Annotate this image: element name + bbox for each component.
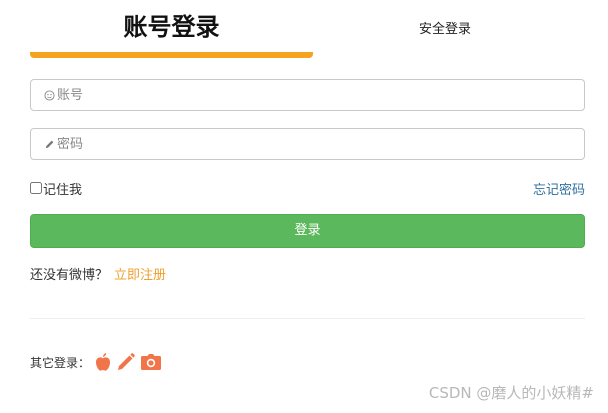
apple-icon[interactable] — [94, 352, 112, 372]
password-field[interactable] — [30, 128, 585, 160]
signup-link[interactable]: 立即注册 — [114, 268, 166, 283]
other-login-label: 其它登录： — [30, 355, 91, 370]
remember-checkbox[interactable] — [30, 182, 42, 194]
remember-me[interactable]: 记住我 — [30, 179, 82, 198]
pencil-icon[interactable] — [116, 352, 136, 372]
username-field[interactable] — [30, 79, 585, 111]
tab-secure-login[interactable]: 安全登录 — [360, 0, 530, 52]
login-button[interactable]: 登录 — [30, 214, 585, 248]
login-tabs: 账号登录 安全登录 — [30, 0, 585, 60]
other-login: 其它登录： — [30, 352, 162, 372]
camera-icon[interactable] — [140, 353, 162, 371]
watermark: CSDN @磨人的小妖精# — [428, 384, 594, 402]
username-input[interactable] — [57, 87, 584, 103]
password-input[interactable] — [57, 136, 584, 152]
active-tab-indicator — [30, 52, 313, 58]
tab-account-login[interactable]: 账号登录 — [30, 0, 313, 52]
remember-row: 记住我 忘记密码 — [30, 178, 585, 198]
pencil-icon — [44, 139, 55, 150]
divider — [30, 318, 585, 319]
signup-row: 还没有微博？ 立即注册 — [30, 264, 166, 283]
forgot-password-link[interactable]: 忘记密码 — [533, 179, 585, 198]
remember-label: 记住我 — [43, 182, 83, 198]
signup-prompt: 还没有微博？ — [30, 268, 109, 283]
user-icon — [44, 89, 55, 101]
